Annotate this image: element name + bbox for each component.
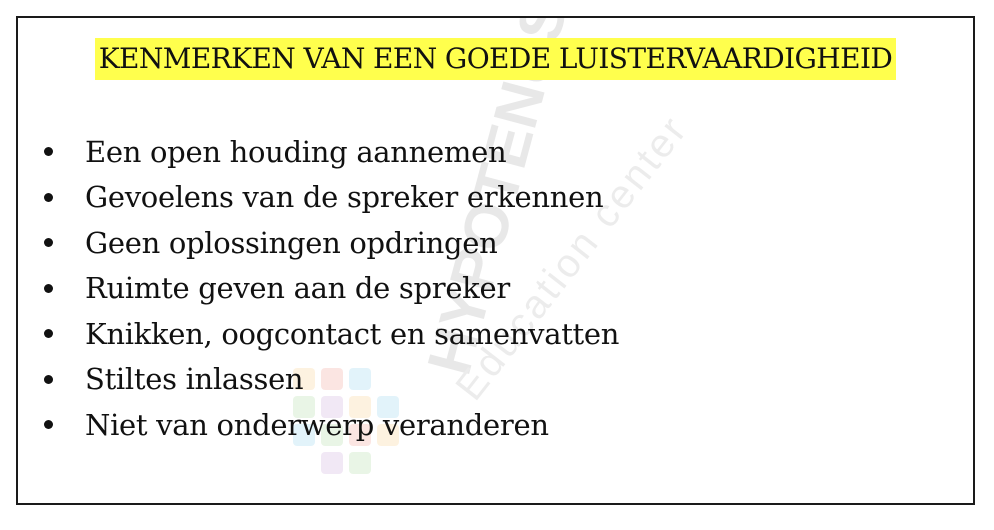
bullet-list: Een open houding aannemen Gevoelens van … — [40, 129, 619, 448]
slide-frame: HYPOTENUSE Education center KENMERKEN VA… — [16, 16, 975, 505]
bullet-icon — [44, 420, 53, 430]
bullet-icon — [44, 283, 53, 293]
list-item: Stiltes inlassen — [40, 357, 619, 403]
bullet-text: Ruimte geven aan de spreker — [85, 271, 510, 306]
list-item: Geen oplossingen opdringen — [40, 220, 619, 266]
bullet-icon — [44, 147, 53, 157]
bullet-text: Niet van onderwerp veranderen — [85, 407, 549, 442]
bullet-icon — [44, 192, 53, 202]
list-item: Niet van onderwerp veranderen — [40, 402, 619, 448]
bullet-text: Stiltes inlassen — [85, 362, 304, 397]
bullet-icon — [44, 329, 53, 339]
slide-title: KENMERKEN VAN EEN GOEDE LUISTERVAARDIGHE… — [94, 38, 897, 80]
list-item: Knikken, oogcontact en samenvatten — [40, 311, 619, 357]
bullet-text: Een open houding aannemen — [85, 134, 507, 169]
list-item: Een open houding aannemen — [40, 129, 619, 175]
bullet-text: Knikken, oogcontact en samenvatten — [85, 316, 620, 351]
bullet-icon — [44, 374, 53, 384]
title-row: KENMERKEN VAN EEN GOEDE LUISTERVAARDIGHE… — [18, 38, 973, 80]
bullet-text: Gevoelens van de spreker erkennen — [85, 180, 604, 215]
bullet-text: Geen oplossingen opdringen — [85, 225, 498, 260]
list-item: Gevoelens van de spreker erkennen — [40, 175, 619, 221]
list-item: Ruimte geven aan de spreker — [40, 266, 619, 312]
bullet-icon — [44, 238, 53, 248]
